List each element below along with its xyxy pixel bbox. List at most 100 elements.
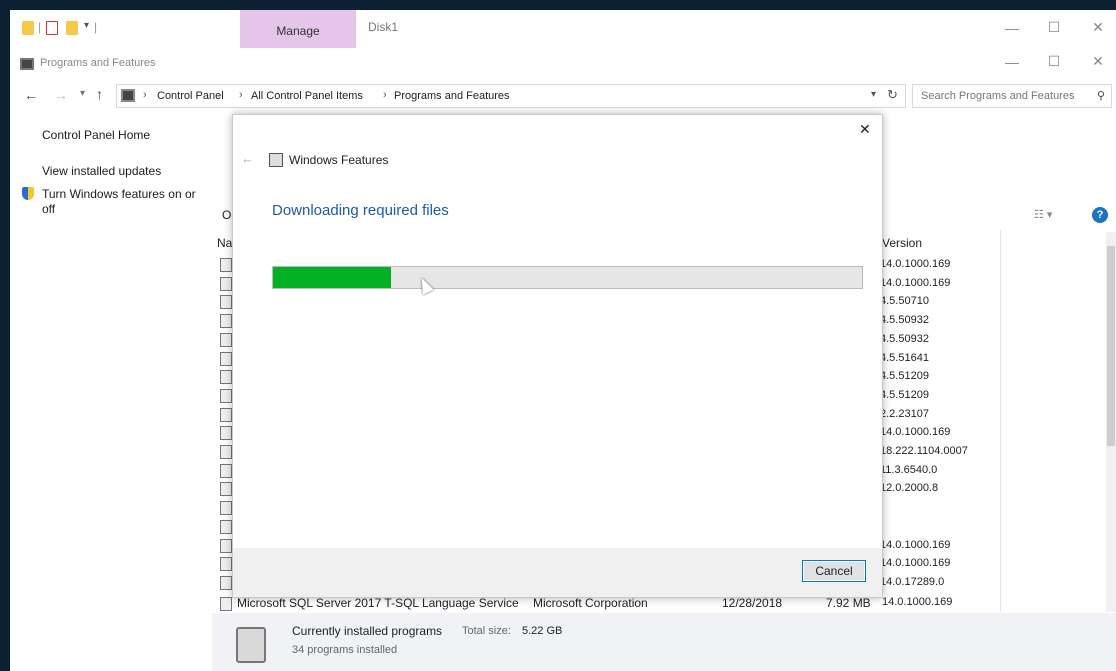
control-panel-home-link[interactable]: Control Panel Home [42, 128, 150, 142]
status-bar: Currently installed programs Total size:… [212, 613, 1116, 671]
program-icon [220, 314, 232, 329]
program-icon [220, 258, 232, 272]
breadcrumb-all-items[interactable]: All Control Panel Items [251, 90, 363, 102]
dialog-footer: Cancel [233, 548, 882, 597]
program-version: 4.5.51209 [880, 388, 929, 401]
cancel-button[interactable]: Cancel [802, 560, 866, 582]
explorer-window: | ▾ | Manage Disk1 — ☐ ✕ Programs and Fe… [10, 10, 1116, 671]
maximize-button[interactable]: ☐ [1044, 19, 1064, 36]
search-placeholder: Search Programs and Features [921, 90, 1075, 102]
back-arrow-icon[interactable]: ← [24, 87, 38, 103]
inner-maximize-button[interactable]: ☐ [1044, 53, 1064, 70]
programs-icon [236, 627, 266, 663]
close-button[interactable]: ✕ [1088, 19, 1108, 36]
program-version: 11.3.6540.0 [880, 463, 938, 476]
inner-minimize-button[interactable]: — [1002, 54, 1022, 70]
vertical-scrollbar[interactable] [1106, 232, 1116, 612]
status-total-value: 5.22 GB [522, 625, 563, 637]
windows-features-dialog: ✕ ← Windows Features Downloading require… [232, 114, 883, 598]
program-version: 18.222.1104.0007 [880, 445, 968, 457]
program-version: 14.0.1000.169 [880, 426, 951, 439]
program-version: 2.2.23107 [880, 407, 929, 420]
scrollbar-thumb[interactable] [1107, 246, 1115, 446]
minimize-button[interactable]: — [1002, 20, 1022, 36]
program-size: 7.92 MB [826, 596, 871, 610]
table-row[interactable]: Microsoft SQL Server 2017 T-SQL Language… [10, 596, 1106, 612]
window-title: Programs and Features [40, 57, 156, 69]
download-progress-bar [272, 266, 863, 289]
program-icon [220, 370, 232, 385]
program-version: 4.5.50932 [880, 332, 929, 345]
column-divider [1000, 230, 1001, 612]
windows-features-link[interactable]: Turn Windows features on or off [42, 187, 208, 217]
dialog-back-arrow-icon[interactable]: ← [241, 151, 254, 166]
organize-toolbar-fragment[interactable]: O [222, 208, 231, 222]
program-icon [220, 388, 232, 403]
tab-manage[interactable]: Manage [240, 10, 356, 48]
dialog-close-button[interactable]: ✕ [859, 121, 871, 138]
program-icon [220, 575, 232, 590]
address-dropdown-icon[interactable]: ▾ [871, 89, 876, 100]
dialog-title: Windows Features [289, 153, 389, 167]
shield-icon [22, 187, 34, 200]
help-icon[interactable]: ? [1092, 207, 1108, 223]
program-version: 4.5.50710 [880, 295, 929, 308]
program-icon [220, 501, 232, 516]
program-version: 4.5.51209 [880, 370, 929, 383]
ribbon-bar: | ▾ | Manage Disk1 — ☐ ✕ [10, 10, 1116, 48]
new-folder-icon[interactable] [66, 21, 78, 35]
view-options-icon[interactable]: ☷ ▾ [1034, 208, 1052, 221]
version-column-header[interactable]: Version [882, 236, 922, 250]
program-name: Microsoft SQL Server 2017 T-SQL Language… [237, 596, 519, 610]
quick-access-dropdown-icon[interactable]: ▾ [84, 20, 89, 31]
program-version: 14.0.1000.169 [880, 276, 951, 289]
program-icon [220, 332, 232, 347]
program-version: 12.0.2000.8 [880, 482, 939, 495]
windows-features-icon [269, 153, 283, 167]
refresh-icon[interactable]: ↻ [887, 87, 898, 103]
program-version: 14.0.17289.0 [880, 575, 945, 588]
program-icon [220, 519, 232, 534]
program-icon [220, 276, 232, 291]
search-icon[interactable]: ⚲ [1097, 85, 1105, 107]
program-version: 4.5.51641 [880, 351, 929, 364]
address-row: ← → ▾ ↑ › Control Panel › All Control Pa… [10, 84, 1116, 110]
up-arrow-icon[interactable]: ↑ [96, 86, 103, 102]
search-input[interactable]: Search Programs and Features ⚲ [912, 84, 1112, 108]
program-icon [220, 351, 232, 366]
inner-title-bar: Programs and Features — ☐ ✕ [10, 50, 1116, 78]
program-icon [220, 407, 232, 422]
program-icon [220, 463, 232, 478]
program-icon [220, 295, 232, 310]
folder-icon[interactable] [22, 21, 34, 35]
status-count: 34 programs installed [292, 644, 398, 656]
forward-arrow-icon[interactable]: → [54, 87, 68, 103]
view-installed-updates-link[interactable]: View installed updates [42, 164, 161, 178]
program-version: 4.5.50932 [880, 314, 929, 327]
properties-icon[interactable] [46, 21, 58, 35]
program-installed-date: 12/28/2018 [722, 596, 783, 610]
breadcrumb-programs-features[interactable]: Programs and Features [394, 90, 510, 102]
program-icon [220, 557, 232, 572]
address-bar[interactable]: › Control Panel › All Control Panel Item… [116, 84, 906, 108]
program-version: 14.0.1000.169 [880, 258, 951, 270]
program-icon [220, 445, 232, 459]
status-title: Currently installed programs [292, 624, 443, 638]
inner-close-button[interactable]: ✕ [1088, 53, 1108, 70]
control-panel-icon [121, 89, 135, 102]
download-progress-fill [273, 267, 391, 288]
program-version: 14.0.1000.169 [882, 596, 953, 608]
breadcrumb-control-panel[interactable]: Control Panel [157, 90, 224, 102]
program-version: 14.0.1000.169 [880, 557, 951, 570]
dialog-heading: Downloading required files [272, 202, 449, 219]
recent-dropdown-icon[interactable]: ▾ [80, 88, 85, 99]
program-icon [220, 482, 232, 497]
program-icon [220, 426, 232, 441]
status-total-label: Total size: [462, 625, 511, 637]
program-version: 14.0.1000.169 [880, 538, 951, 551]
program-publisher: Microsoft Corporation [533, 596, 648, 610]
program-icon [220, 538, 232, 553]
name-column-header[interactable]: Na [217, 236, 232, 250]
control-panel-icon [20, 58, 34, 70]
tab-disk1[interactable]: Disk1 [368, 20, 398, 34]
